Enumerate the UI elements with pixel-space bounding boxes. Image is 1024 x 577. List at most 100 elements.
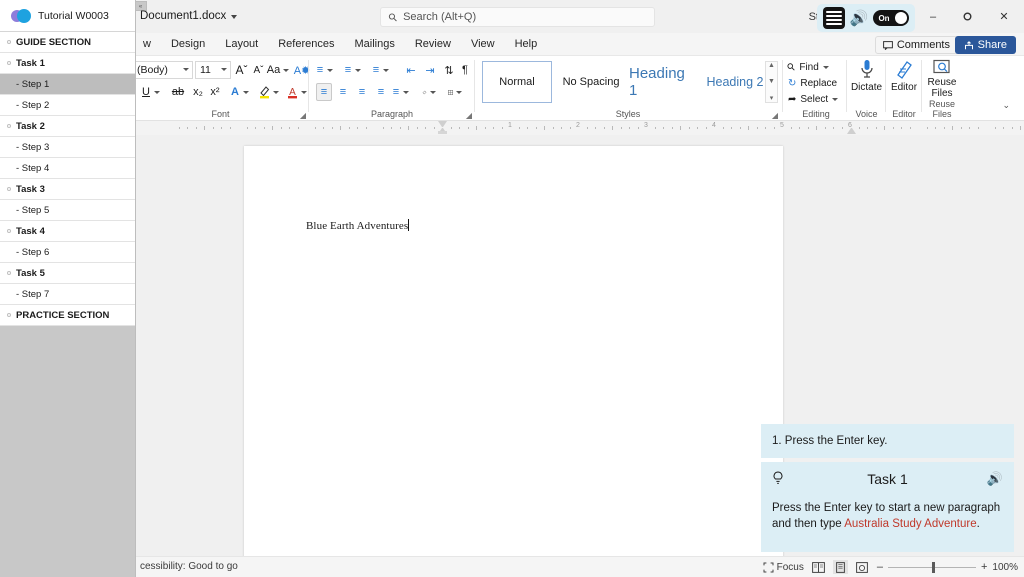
decrease-indent-button[interactable]: ⇤: [404, 61, 418, 79]
font-size-combo[interactable]: 11: [195, 61, 231, 79]
sound-toggle[interactable]: On: [873, 10, 909, 26]
lightbulb-icon[interactable]: [772, 471, 784, 488]
clear-formatting-button[interactable]: A✹: [295, 61, 309, 79]
web-layout-button[interactable]: [855, 560, 870, 574]
styles-scroll-controls[interactable]: ▲ ▼ ▾: [765, 61, 778, 103]
chevron-down-icon[interactable]: [823, 66, 829, 69]
close-button[interactable]: ✕: [984, 0, 1024, 33]
sidebar-item[interactable]: - Step 3: [0, 137, 135, 158]
align-right-button[interactable]: ≡: [354, 83, 370, 101]
style-normal[interactable]: Normal: [482, 61, 552, 103]
horizontal-ruler[interactable]: 123456: [136, 121, 1024, 135]
chevron-down-icon[interactable]: [832, 98, 838, 101]
zoom-in-button[interactable]: +: [981, 561, 987, 573]
print-layout-button[interactable]: [833, 560, 848, 574]
tab-design[interactable]: Design: [161, 33, 215, 56]
sidebar-item[interactable]: - Step 2: [0, 95, 135, 116]
justify-button[interactable]: ≡: [373, 83, 389, 101]
align-center-button[interactable]: ≡: [335, 83, 351, 101]
text-effects-button[interactable]: A: [229, 83, 251, 101]
multilevel-list-button[interactable]: ≡: [374, 61, 388, 79]
line-spacing-button[interactable]: ≡: [394, 83, 408, 101]
document-page[interactable]: Blue Earth Adventures: [244, 146, 783, 561]
scroll-down-icon[interactable]: ▼: [768, 78, 775, 85]
read-mode-button[interactable]: [811, 560, 826, 574]
step-hint-card[interactable]: 1. Press the Enter key.: [761, 424, 1014, 458]
find-button[interactable]: ⚲ Find: [788, 60, 829, 75]
accessibility-float-panel[interactable]: 🔊 On: [817, 4, 915, 32]
comments-button[interactable]: Comments: [875, 36, 958, 54]
sidebar-item[interactable]: - Step 7: [0, 284, 135, 305]
document-title-group[interactable]: Document1.docx: [140, 10, 237, 22]
first-line-indent-marker[interactable]: [438, 121, 447, 127]
right-indent-marker[interactable]: [847, 128, 856, 134]
sidebar-item[interactable]: Task 5: [0, 263, 135, 284]
reuse-files-button[interactable]: ReuseFiles: [923, 59, 961, 99]
speaker-icon[interactable]: 🔊: [850, 11, 869, 26]
borders-button[interactable]: [448, 83, 462, 101]
shading-button[interactable]: [422, 83, 436, 101]
zoom-value[interactable]: 100%: [992, 562, 1018, 573]
change-case-button[interactable]: Aa: [267, 61, 289, 79]
style-heading-2[interactable]: Heading 2: [700, 61, 770, 103]
style-heading-1[interactable]: Heading 1: [628, 61, 698, 103]
sidebar-header[interactable]: Tutorial W0003: [0, 0, 135, 32]
chevron-down-icon[interactable]: [231, 15, 237, 19]
underline-button[interactable]: U: [144, 83, 158, 101]
font-dialog-launcher[interactable]: ◢: [300, 111, 306, 120]
tab-word[interactable]: w: [133, 33, 161, 56]
tab-help[interactable]: Help: [505, 33, 548, 56]
list-icon[interactable]: [823, 7, 845, 29]
zoom-slider[interactable]: [888, 561, 976, 573]
numbering-button[interactable]: ≡: [346, 61, 360, 79]
chevron-down-icon[interactable]: [183, 68, 189, 71]
scroll-up-icon[interactable]: ▲: [768, 62, 775, 69]
sidebar-item[interactable]: GUIDE SECTION: [0, 32, 135, 53]
dictate-button[interactable]: Dictate: [848, 59, 885, 93]
replace-button[interactable]: ↻ Replace: [788, 76, 837, 91]
sidebar-item[interactable]: Task 4: [0, 221, 135, 242]
superscript-button[interactable]: x²: [208, 83, 222, 101]
style-no-spacing[interactable]: No Spacing: [556, 61, 626, 103]
tab-mailings[interactable]: Mailings: [345, 33, 405, 56]
subscript-button[interactable]: x₂: [191, 83, 205, 101]
tab-references[interactable]: References: [268, 33, 344, 56]
accessibility-status[interactable]: cessibility: Good to go: [140, 561, 238, 572]
zoom-slider-thumb[interactable]: [932, 562, 935, 573]
sidebar-item[interactable]: Task 3: [0, 179, 135, 200]
collapse-ribbon-caret-icon[interactable]: ⌄: [1002, 100, 1010, 111]
tab-layout[interactable]: Layout: [215, 33, 268, 56]
search-input[interactable]: ⚲ Search (Alt+Q): [380, 7, 655, 27]
sidebar-item[interactable]: Task 1: [0, 53, 135, 74]
increase-indent-button[interactable]: ⇥: [423, 61, 437, 79]
task-card[interactable]: Task 1 🔊 Press the Enter key to start a …: [761, 462, 1014, 552]
tab-view[interactable]: View: [461, 33, 505, 56]
sidebar-item[interactable]: - Step 5: [0, 200, 135, 221]
grow-font-button[interactable]: Aˇ: [234, 61, 249, 79]
styles-more-icon[interactable]: ▾: [770, 94, 774, 102]
text-highlight-button[interactable]: [257, 83, 281, 101]
sidebar-item[interactable]: PRACTICE SECTION: [0, 305, 135, 326]
zoom-out-button[interactable]: –: [877, 561, 883, 573]
shrink-font-button[interactable]: Aˇ: [251, 61, 266, 79]
sidebar-item[interactable]: - Step 6: [0, 242, 135, 263]
share-button[interactable]: Share: [955, 36, 1016, 54]
tab-review[interactable]: Review: [405, 33, 461, 56]
restore-button[interactable]: [950, 0, 984, 33]
font-name-combo[interactable]: (Body): [133, 61, 193, 79]
left-indent-marker[interactable]: [438, 131, 447, 134]
bullets-button[interactable]: ≡: [318, 61, 332, 79]
speaker-icon[interactable]: 🔊: [987, 471, 1003, 487]
sidebar-item[interactable]: - Step 1: [0, 74, 135, 95]
editor-button[interactable]: Editor: [887, 59, 921, 93]
styles-dialog-launcher[interactable]: ◢: [772, 111, 778, 120]
strikethrough-button[interactable]: ab: [171, 83, 185, 101]
document-body-text[interactable]: Blue Earth Adventures: [306, 219, 409, 232]
chevron-down-icon[interactable]: [221, 68, 227, 71]
font-color-button[interactable]: A: [285, 83, 309, 101]
align-left-button[interactable]: ≡: [316, 83, 332, 101]
select-button[interactable]: ➦ Select: [788, 92, 838, 107]
focus-button[interactable]: Focus: [763, 562, 804, 573]
sort-button[interactable]: ⇅: [442, 61, 456, 79]
sidebar-item[interactable]: Task 2: [0, 116, 135, 137]
